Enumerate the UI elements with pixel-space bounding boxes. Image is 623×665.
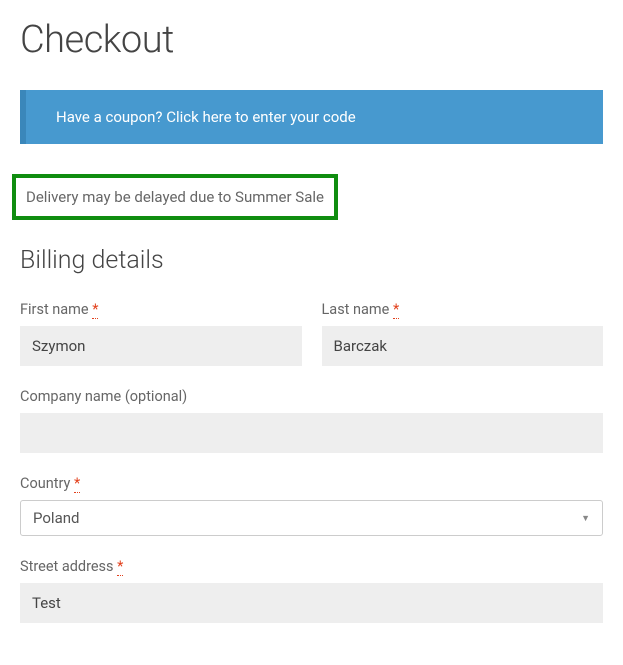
first-name-label-text: First name (20, 301, 89, 318)
last-name-label: Last name * (322, 301, 604, 318)
delay-notice: Delivery may be delayed due to Summer Sa… (12, 174, 338, 220)
company-label-text: Company name (optional) (20, 388, 187, 405)
billing-heading: Billing details (20, 246, 603, 275)
required-mark: * (74, 475, 80, 493)
coupon-text: Have a coupon? Click here to enter your … (56, 108, 356, 126)
last-name-label-text: Last name (322, 301, 390, 318)
country-label-text: Country (20, 475, 70, 492)
page-title: Checkout (20, 18, 603, 62)
company-label: Company name (optional) (20, 388, 603, 405)
country-label: Country * (20, 475, 603, 492)
first-name-label: First name * (20, 301, 302, 318)
required-mark: * (92, 301, 98, 319)
street-label-text: Street address (20, 558, 114, 575)
required-mark: * (117, 558, 123, 576)
delay-notice-text: Delivery may be delayed due to Summer Sa… (26, 188, 324, 206)
street-input[interactable] (20, 583, 603, 623)
chevron-down-icon: ▼ (581, 513, 590, 524)
first-name-input[interactable] (20, 326, 302, 366)
company-input[interactable] (20, 413, 603, 453)
required-mark: * (393, 301, 399, 319)
country-selected-value: Poland (33, 509, 79, 527)
last-name-input[interactable] (322, 326, 604, 366)
country-select[interactable]: Poland ▼ (20, 500, 603, 536)
coupon-toggle[interactable]: Have a coupon? Click here to enter your … (20, 90, 603, 144)
street-label: Street address * (20, 558, 603, 575)
